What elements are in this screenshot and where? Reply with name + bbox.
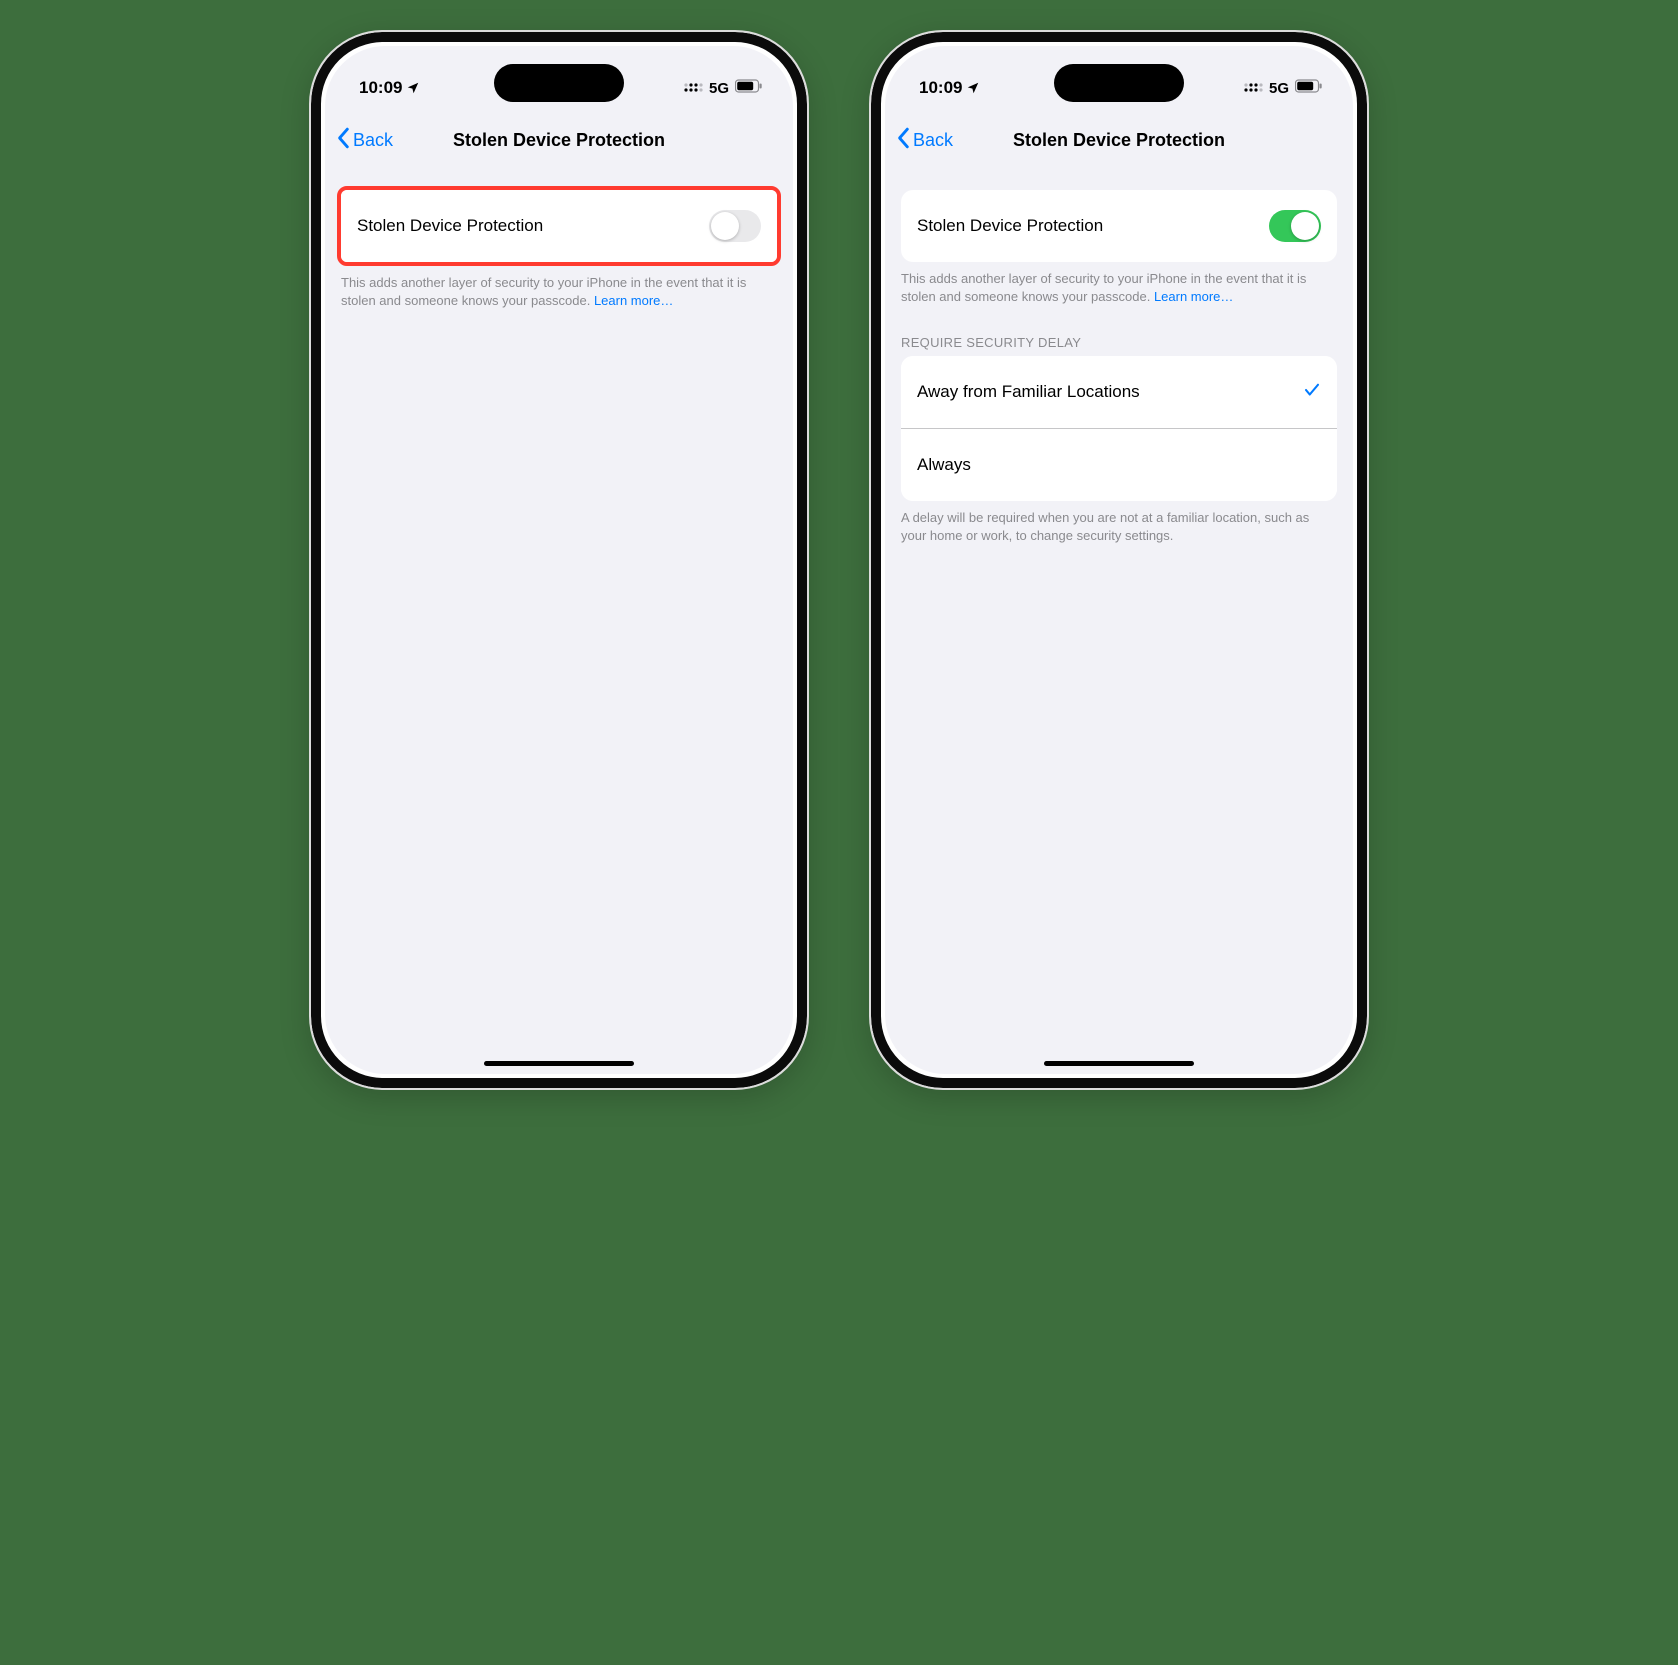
footer-body: This adds another layer of security to y…	[901, 271, 1306, 304]
stolen-device-protection-row[interactable]: Stolen Device Protection	[901, 190, 1337, 262]
toggle-group: Stolen Device Protection	[901, 190, 1337, 262]
silence-switch	[869, 182, 871, 216]
toggle-label: Stolen Device Protection	[917, 216, 1269, 236]
delay-option-label: Always	[917, 455, 1321, 475]
volume-up-button	[869, 242, 871, 302]
delay-option-away[interactable]: Away from Familiar Locations	[901, 356, 1337, 428]
network-type: 5G	[709, 80, 729, 97]
security-delay-group: Away from Familiar Locations Always	[901, 356, 1337, 501]
delay-option-label: Away from Familiar Locations	[917, 382, 1303, 402]
signal-icon	[1243, 79, 1263, 98]
back-button[interactable]: Back	[897, 127, 953, 154]
nav-bar: Back Stolen Device Protection	[885, 116, 1353, 164]
toggle-footer: This adds another layer of security to y…	[901, 270, 1337, 305]
signal-icon	[683, 79, 703, 98]
volume-down-button	[309, 317, 311, 377]
silence-switch	[309, 182, 311, 216]
volume-down-button	[869, 317, 871, 377]
iphone-device-left: 10:09	[309, 30, 809, 1090]
stolen-device-protection-row[interactable]: Stolen Device Protection	[341, 190, 777, 262]
location-arrow-icon	[966, 81, 980, 95]
battery-icon	[1295, 79, 1323, 98]
dynamic-island	[494, 64, 624, 102]
status-time: 10:09	[919, 78, 962, 98]
chevron-left-icon	[337, 127, 351, 154]
delay-option-always[interactable]: Always	[901, 428, 1337, 501]
volume-up-button	[309, 242, 311, 302]
toggle-label: Stolen Device Protection	[357, 216, 709, 236]
highlight-box: Stolen Device Protection	[337, 186, 781, 266]
power-button	[1367, 257, 1369, 352]
nav-bar: Back Stolen Device Protection	[325, 116, 793, 164]
learn-more-link[interactable]: Learn more…	[594, 293, 673, 308]
home-indicator[interactable]	[484, 1061, 634, 1066]
checkmark-icon	[1303, 381, 1321, 404]
back-button[interactable]: Back	[337, 127, 393, 154]
back-label: Back	[353, 130, 393, 151]
footer-body: This adds another layer of security to y…	[341, 275, 746, 308]
security-delay-header: REQUIRE SECURITY DELAY	[901, 335, 1337, 350]
content-area: Stolen Device Protection This adds anoth…	[885, 164, 1353, 1074]
network-type: 5G	[1269, 80, 1289, 97]
learn-more-link[interactable]: Learn more…	[1154, 289, 1233, 304]
security-delay-footer: A delay will be required when you are no…	[901, 509, 1337, 544]
content-area: Stolen Device Protection This adds anoth…	[325, 164, 793, 1074]
iphone-device-right: 10:09	[869, 30, 1369, 1090]
nav-title: Stolen Device Protection	[885, 130, 1353, 151]
home-indicator[interactable]	[1044, 1061, 1194, 1066]
stolen-device-protection-toggle[interactable]	[1269, 210, 1321, 242]
dynamic-island	[1054, 64, 1184, 102]
back-label: Back	[913, 130, 953, 151]
chevron-left-icon	[897, 127, 911, 154]
status-time: 10:09	[359, 78, 402, 98]
location-arrow-icon	[406, 81, 420, 95]
stolen-device-protection-toggle[interactable]	[709, 210, 761, 242]
toggle-footer: This adds another layer of security to y…	[341, 274, 777, 309]
nav-title: Stolen Device Protection	[325, 130, 793, 151]
power-button	[807, 257, 809, 352]
battery-icon	[735, 79, 763, 98]
